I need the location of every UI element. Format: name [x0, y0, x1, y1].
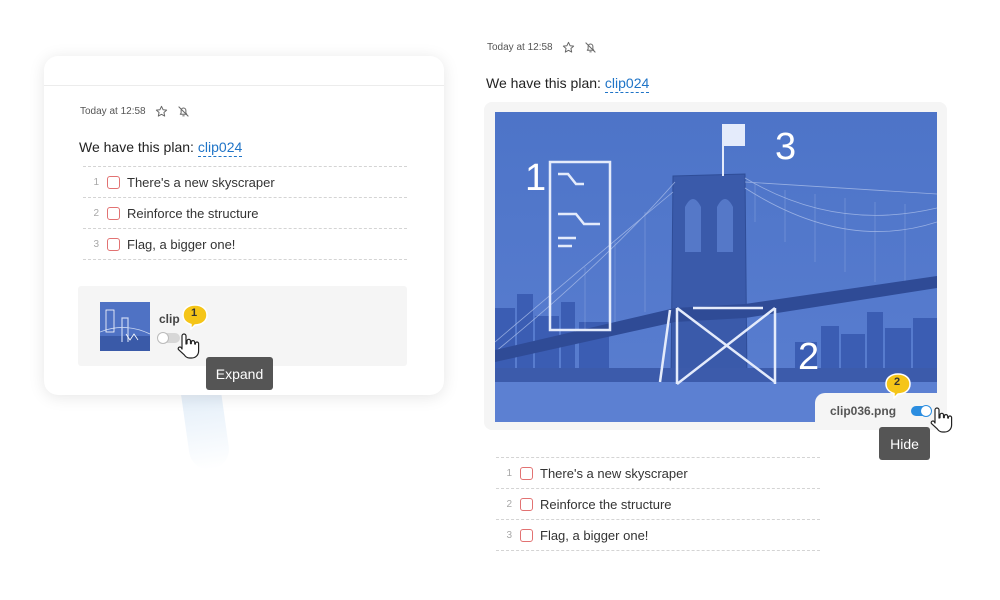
list-item: 2 Reinforce the structure: [83, 198, 407, 229]
list-item: 1 There's a new skyscraper: [496, 458, 820, 489]
plan-link[interactable]: clip024: [197, 139, 243, 157]
overlay-label-3: 3: [775, 126, 797, 168]
task-list-right: 1 There's a new skyscraper 2 Reinforce t…: [496, 457, 820, 551]
step-badge-2: 2: [885, 373, 911, 400]
timestamp: Today at 12:58: [80, 106, 146, 117]
message-card-collapsed: Today at 12:58 We have this plan: clip024…: [44, 56, 444, 395]
step-badge-1: 1: [182, 304, 208, 331]
task-checkbox[interactable]: [520, 528, 533, 542]
task-label: There's a new skyscraper: [540, 465, 688, 481]
list-item: 2 Reinforce the structure: [496, 489, 820, 520]
plan-text-right: We have this plan: clip024: [486, 75, 650, 93]
attachment-name: clip036.png: [830, 404, 897, 418]
task-number: 1: [93, 176, 99, 188]
hand-cursor-icon: [928, 405, 958, 435]
task-checkbox[interactable]: [107, 237, 120, 251]
message-meta-right: Today at 12:58: [487, 41, 597, 54]
task-list: 1 There's a new skyscraper 2 Reinforce t…: [83, 166, 407, 260]
task-number: 2: [93, 207, 99, 219]
task-checkbox[interactable]: [520, 497, 533, 511]
task-number: 3: [506, 529, 512, 541]
task-number: 3: [93, 238, 99, 250]
attachment-thumbnail[interactable]: [100, 302, 150, 351]
badge-number: 1: [190, 307, 198, 319]
task-number: 2: [506, 498, 512, 510]
hand-cursor-icon: [175, 331, 205, 361]
attachment-name: clip: [159, 312, 180, 326]
overlay-label-1: 1: [525, 157, 547, 199]
task-label: There's a new skyscraper: [127, 174, 275, 190]
task-label: Flag, a bigger one!: [540, 527, 649, 543]
expand-tooltip: Expand: [206, 357, 273, 390]
task-checkbox[interactable]: [107, 175, 120, 189]
list-item: 1 There's a new skyscraper: [83, 167, 407, 198]
bell-off-icon[interactable]: [177, 105, 190, 118]
task-checkbox[interactable]: [520, 466, 533, 480]
task-label: Reinforce the structure: [127, 205, 259, 221]
plan-text: We have this plan: clip024: [79, 139, 243, 157]
plan-link[interactable]: clip024: [604, 75, 650, 93]
task-label: Flag, a bigger one!: [127, 236, 236, 252]
plan-label: We have this plan:: [79, 139, 194, 155]
task-number: 1: [506, 467, 512, 479]
list-item: 3 Flag, a bigger one!: [496, 520, 820, 551]
plan-label: We have this plan:: [486, 75, 601, 91]
bell-off-icon[interactable]: [584, 41, 597, 54]
card-header-bar: [44, 56, 444, 86]
attachment-image[interactable]: 1 2 3: [495, 112, 937, 422]
task-checkbox[interactable]: [107, 206, 120, 220]
attachment-expanded: 1 2 3: [484, 102, 947, 430]
attachment-collapsed: clip: [78, 286, 407, 366]
timestamp: Today at 12:58: [487, 42, 553, 53]
star-icon[interactable]: [562, 41, 575, 54]
overlay-label-2: 2: [798, 336, 820, 378]
badge-number: 2: [893, 376, 901, 388]
list-item: 3 Flag, a bigger one!: [83, 229, 407, 260]
hide-tooltip: Hide: [879, 427, 930, 460]
star-icon[interactable]: [155, 105, 168, 118]
task-label: Reinforce the structure: [540, 496, 672, 512]
message-meta: Today at 12:58: [80, 105, 190, 118]
